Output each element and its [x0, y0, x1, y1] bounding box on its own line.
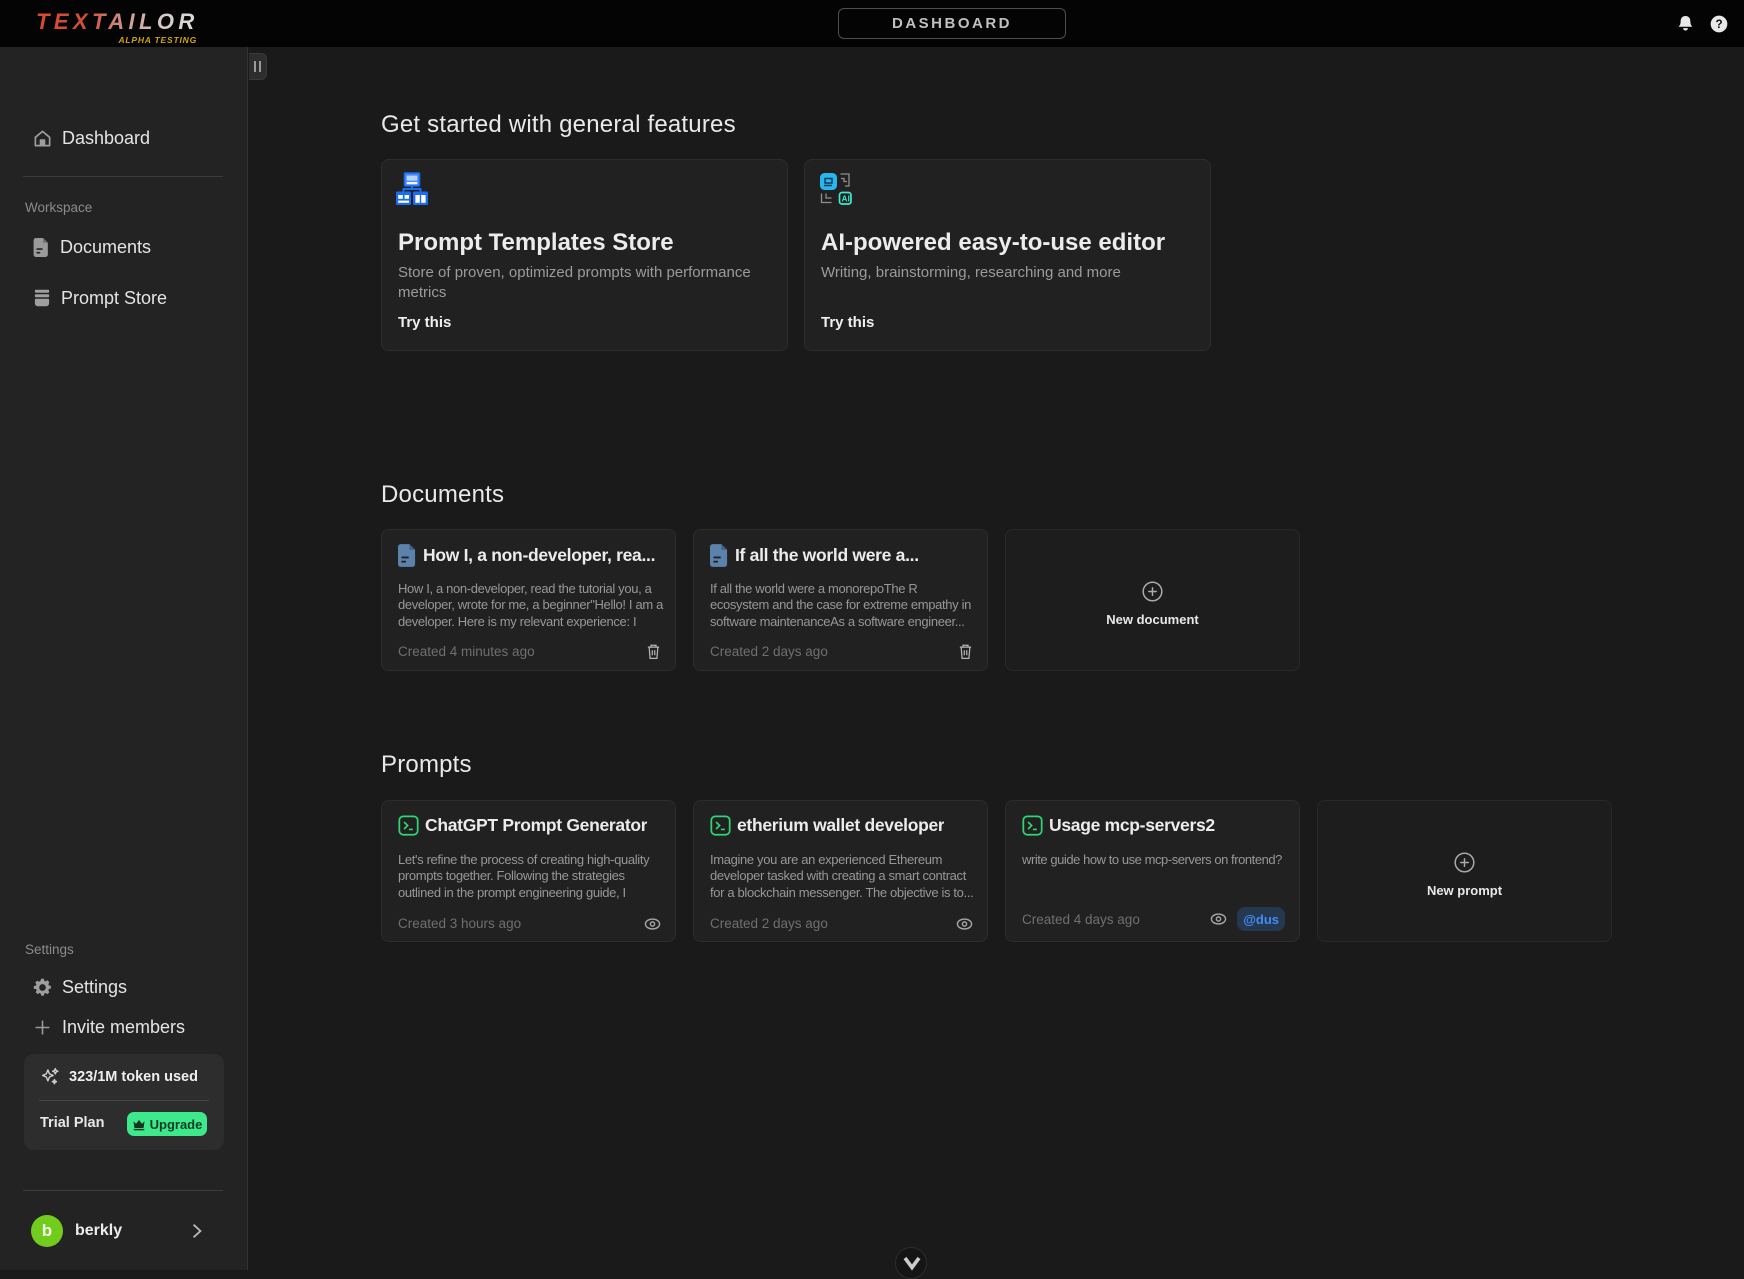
svg-text:AI: AI [842, 194, 851, 203]
svg-text:?: ? [1715, 18, 1722, 31]
